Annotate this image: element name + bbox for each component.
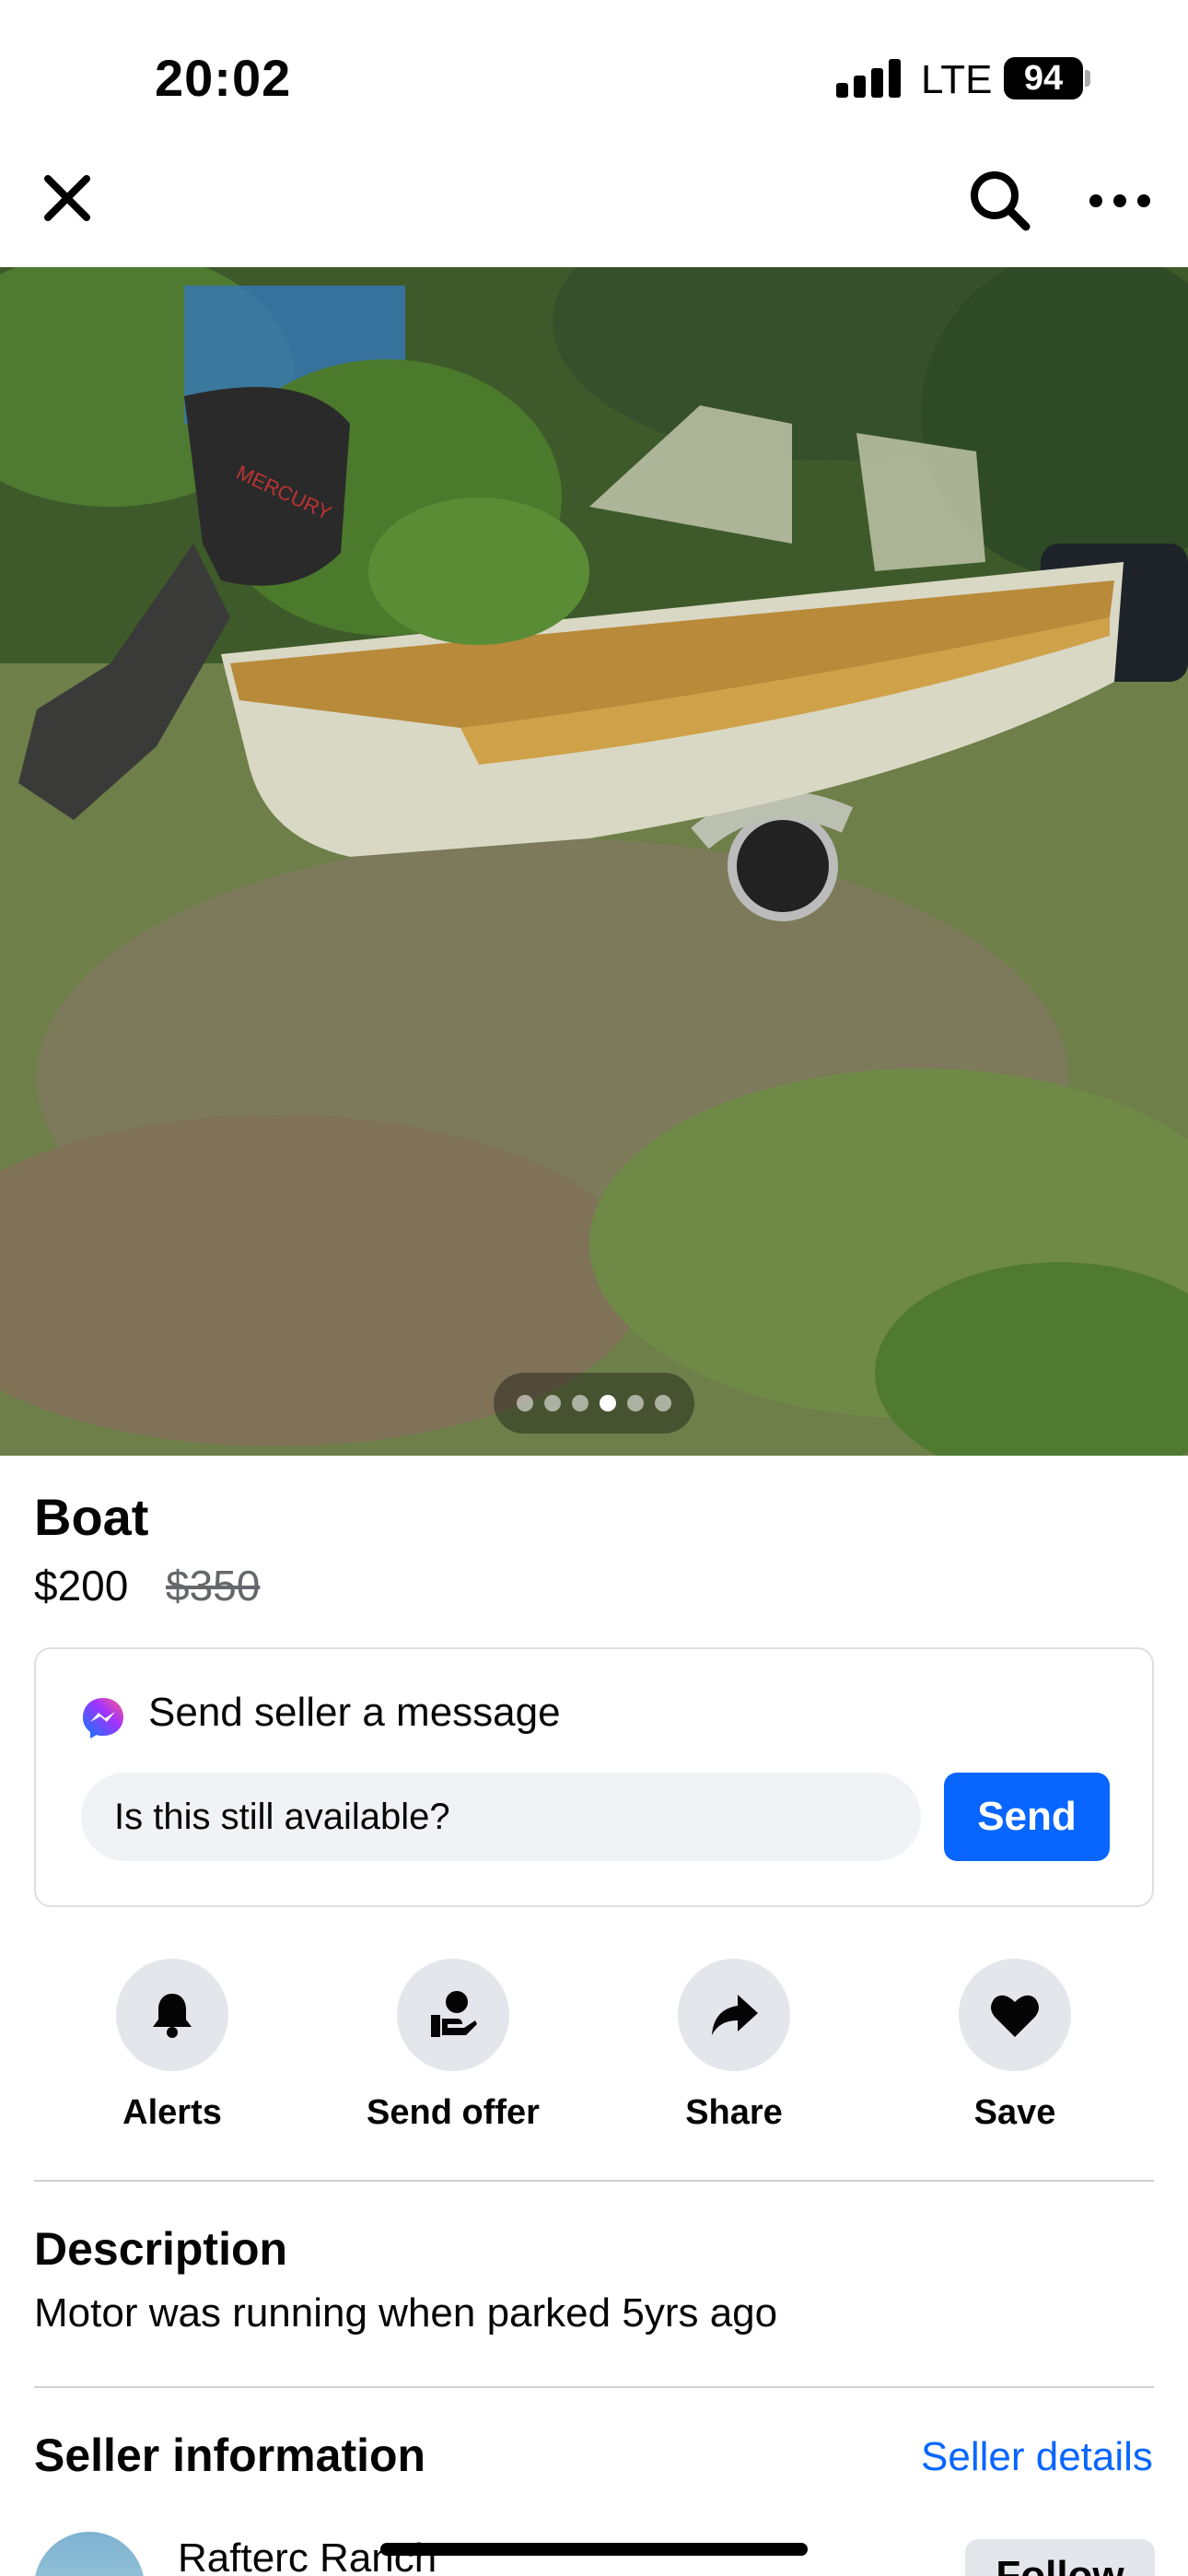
- listing-title: Boat: [34, 1488, 149, 1546]
- description-heading: Description: [34, 2223, 288, 2275]
- send-button[interactable]: Send: [944, 1773, 1110, 1861]
- share-icon: [678, 1959, 790, 2071]
- seller-avatar[interactable]: [34, 2532, 145, 2576]
- listing-photo[interactable]: MERCURY: [0, 267, 1188, 1456]
- top-nav: [0, 138, 1188, 267]
- share-label: Share: [685, 2093, 783, 2132]
- listing-price: $200: [34, 1562, 129, 1610]
- alerts-button[interactable]: Alerts: [62, 1959, 283, 2133]
- signal-icon: [836, 59, 901, 98]
- close-icon[interactable]: [35, 166, 99, 230]
- search-icon[interactable]: [965, 166, 1035, 236]
- seller-heading: Seller information: [34, 2430, 426, 2481]
- follow-button[interactable]: Follow: [965, 2539, 1155, 2576]
- save-label: Save: [973, 2093, 1056, 2132]
- bell-icon: [116, 1959, 228, 2071]
- heart-icon: [959, 1959, 1071, 2071]
- home-indicator: [380, 2543, 808, 2556]
- page-dot-active[interactable]: [600, 1395, 616, 1411]
- save-button[interactable]: Save: [904, 1959, 1125, 2133]
- page-dot[interactable]: [544, 1395, 561, 1411]
- messenger-icon: [80, 1695, 126, 1741]
- page-dot[interactable]: [627, 1395, 644, 1411]
- marketplace-listing-page: 20:02 LTE 94 MERCURY Boat $200 $350 Send…: [0, 0, 1188, 2576]
- page-dot[interactable]: [655, 1395, 671, 1411]
- description-text: Motor was running when parked 5yrs ago: [34, 2290, 778, 2336]
- more-icon[interactable]: [1085, 184, 1155, 217]
- message-card: Send seller a message Send: [34, 1647, 1154, 1907]
- network-label: LTE: [921, 57, 993, 102]
- offer-icon: [397, 1959, 509, 2071]
- battery-tip: [1085, 70, 1090, 87]
- share-button[interactable]: Share: [623, 1959, 844, 2133]
- seller-name[interactable]: Rafterc Ranch: [178, 2535, 437, 2576]
- status-time: 20:02: [155, 49, 292, 107]
- message-label: Send seller a message: [148, 1690, 561, 1735]
- send-offer-label: Send offer: [367, 2093, 540, 2132]
- divider: [34, 2386, 1154, 2388]
- divider: [34, 2180, 1154, 2182]
- boat-photo: MERCURY: [0, 267, 1188, 1456]
- status-bar: 20:02 LTE 94: [0, 0, 1188, 138]
- listing-original-price: $350: [166, 1562, 261, 1610]
- battery-icon: 94: [1004, 57, 1083, 100]
- photo-pagination: [494, 1373, 694, 1434]
- alerts-label: Alerts: [122, 2093, 222, 2132]
- seller-details-link[interactable]: Seller details: [921, 2434, 1153, 2480]
- message-input[interactable]: [81, 1773, 921, 1861]
- page-dot[interactable]: [517, 1395, 533, 1411]
- page-dot[interactable]: [572, 1395, 588, 1411]
- send-offer-button[interactable]: Send offer: [343, 1959, 564, 2133]
- action-row: Alerts Send offer Share Save: [0, 1959, 1188, 2143]
